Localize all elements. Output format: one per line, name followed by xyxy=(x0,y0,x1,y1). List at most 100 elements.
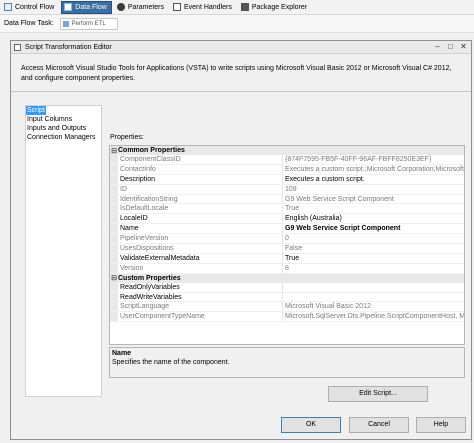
dialog-intro-text: Access Microsoft Visual Studio Tools for… xyxy=(21,65,452,82)
property-name: ValidateExternalMetadata xyxy=(118,253,283,263)
property-name: Description xyxy=(118,174,283,184)
property-value: False xyxy=(285,245,303,253)
property-description-panel: Name Specifies the name of the component… xyxy=(109,347,465,378)
nav-item-connection-managers[interactable]: Connection Managers xyxy=(26,133,101,142)
property-value[interactable] xyxy=(283,293,464,302)
header-divider xyxy=(11,91,471,92)
property-value: G9 Web Service Script Component xyxy=(285,195,394,203)
property-name: LocaleID xyxy=(118,214,283,224)
property-name: ContactInfo xyxy=(118,164,283,174)
tab-package-explorer[interactable]: Package Explorer xyxy=(239,1,311,14)
parameters-icon xyxy=(116,3,125,11)
property-name: Version xyxy=(118,263,283,273)
property-grid: ⊟ Common Properties ComponentClassID {874F… xyxy=(109,145,465,345)
property-name: ComponentClassID xyxy=(118,155,283,164)
property-value[interactable]: True xyxy=(283,254,464,263)
tab-label: Parameters xyxy=(127,3,164,11)
task-select[interactable]: Perform ETL xyxy=(59,17,118,30)
control-flow-icon xyxy=(4,3,12,11)
row-gutter xyxy=(110,214,118,224)
category-label: Common Properties xyxy=(118,147,185,154)
minimize-button[interactable]: – xyxy=(432,42,443,52)
row-gutter xyxy=(110,164,118,174)
property-name: UsesDispositions xyxy=(118,244,283,253)
row-gutter xyxy=(110,312,118,322)
property-row[interactable]: UsesDispositions False xyxy=(110,244,464,254)
property-row[interactable]: IsDefaultLocale True xyxy=(110,204,464,215)
property-row[interactable]: ValidateExternalMetadata True xyxy=(110,253,464,264)
property-name: PipelineVersion xyxy=(118,234,283,244)
nav-item-inputs-and-outputs[interactable]: Inputs and Outputs xyxy=(26,124,101,133)
nav-item-input-columns[interactable]: Input Columns xyxy=(26,115,101,124)
tab-parameters[interactable]: Parameters xyxy=(115,1,168,14)
description-text: Specifies the name of the component. xyxy=(112,359,230,366)
property-value: 8 xyxy=(285,264,289,272)
help-button[interactable]: Help xyxy=(416,417,466,433)
edit-script-button[interactable]: Edit Script... xyxy=(328,386,428,402)
collapse-icon[interactable]: ⊟ xyxy=(110,147,118,155)
property-row[interactable]: ID 109 xyxy=(110,184,464,195)
property-row[interactable]: UserComponentTypeName Microsoft.SqlServer… xyxy=(110,312,464,323)
property-row[interactable]: LocaleID English (Australia) xyxy=(110,214,464,225)
property-name: ID xyxy=(118,184,283,194)
property-name: Name xyxy=(118,224,283,234)
tab-label: Package Explorer xyxy=(251,3,308,11)
property-row[interactable]: Version 8 xyxy=(110,263,464,274)
collapse-icon[interactable]: ⊟ xyxy=(110,274,118,282)
description-title: Name xyxy=(112,350,132,357)
nav-item-script[interactable]: Script xyxy=(26,106,46,115)
property-name: ScriptLanguage xyxy=(118,302,283,312)
category-custom-properties[interactable]: ⊟ Custom Properties xyxy=(110,273,464,283)
tab-label: Control Flow xyxy=(15,3,55,11)
script-transformation-editor-dialog: Script Transformation Editor – □ ✕ Acces… xyxy=(10,40,472,440)
property-row[interactable]: ReadOnlyVariables xyxy=(110,282,464,293)
property-name: UserComponentTypeName xyxy=(118,312,283,322)
cancel-button[interactable]: Cancel xyxy=(349,417,409,433)
page-navigation-list: Script Input Columns Inputs and Outputs … xyxy=(25,105,102,397)
property-row[interactable]: ScriptLanguage Microsoft Visual Basic 201… xyxy=(110,302,464,313)
tab-control-flow[interactable]: Control Flow xyxy=(2,1,58,14)
property-row[interactable]: PipelineVersion 0 xyxy=(110,234,464,245)
row-gutter xyxy=(110,224,118,234)
category-label: Custom Properties xyxy=(118,274,181,282)
row-gutter xyxy=(110,194,118,204)
row-gutter xyxy=(110,244,118,253)
designer-tab-bar: Control Flow Data Flow Parameters Event … xyxy=(0,0,474,15)
property-value[interactable] xyxy=(283,283,464,292)
property-row[interactable]: ContactInfo Executes a custom script.;Mic… xyxy=(110,164,464,175)
task-selector-bar: Data Flow Task: Perform ETL xyxy=(0,15,474,33)
property-value: Microsoft.SqlServer.Dts.Pipeline.ScriptC… xyxy=(285,313,464,321)
task-label: Data Flow Task: xyxy=(4,20,54,27)
row-gutter xyxy=(110,184,118,194)
row-gutter xyxy=(110,204,118,214)
tab-label: Event Handlers xyxy=(184,3,232,11)
property-row[interactable]: ComponentClassID {874F7595-FB5F-40FF-96AF… xyxy=(110,155,464,165)
property-value[interactable]: English (Australia) xyxy=(283,214,464,223)
property-value: Microsoft Visual Basic 2012 xyxy=(285,303,371,311)
maximize-button[interactable]: □ xyxy=(445,42,456,52)
property-name: ReadOnlyVariables xyxy=(118,282,283,292)
property-row[interactable]: ReadWriteVariables xyxy=(110,292,464,303)
row-gutter xyxy=(110,155,118,164)
tab-data-flow[interactable]: Data Flow xyxy=(61,0,112,14)
task-icon xyxy=(62,20,69,27)
task-value: Perform ETL xyxy=(71,20,106,27)
category-common-properties[interactable]: ⊟ Common Properties xyxy=(110,146,464,155)
property-row[interactable]: Description Executes a custom script. xyxy=(110,174,464,185)
tab-label: Data Flow xyxy=(75,3,107,11)
dialog-titlebar: Script Transformation Editor – □ ✕ xyxy=(11,41,471,54)
property-row[interactable]: Name G9 Web Service Script Component xyxy=(110,224,464,235)
data-flow-icon xyxy=(64,3,73,11)
ok-button[interactable]: OK xyxy=(281,417,341,433)
property-value: Executes a custom script.;Microsoft Corp… xyxy=(285,165,464,173)
row-gutter xyxy=(110,174,118,184)
tab-event-handlers[interactable]: Event Handlers xyxy=(171,1,236,14)
row-gutter xyxy=(110,282,118,292)
property-value: {874F7595-FB5F-40FF-96AF-FBFF8250E3EF} xyxy=(285,156,432,163)
property-row[interactable]: IdentificationString G9 Web Service Scrip… xyxy=(110,194,464,205)
property-value[interactable]: Executes a custom script. xyxy=(283,175,464,184)
row-gutter xyxy=(110,263,118,273)
property-value[interactable]: G9 Web Service Script Component xyxy=(283,224,464,233)
close-button[interactable]: ✕ xyxy=(458,42,469,52)
row-gutter xyxy=(110,234,118,244)
